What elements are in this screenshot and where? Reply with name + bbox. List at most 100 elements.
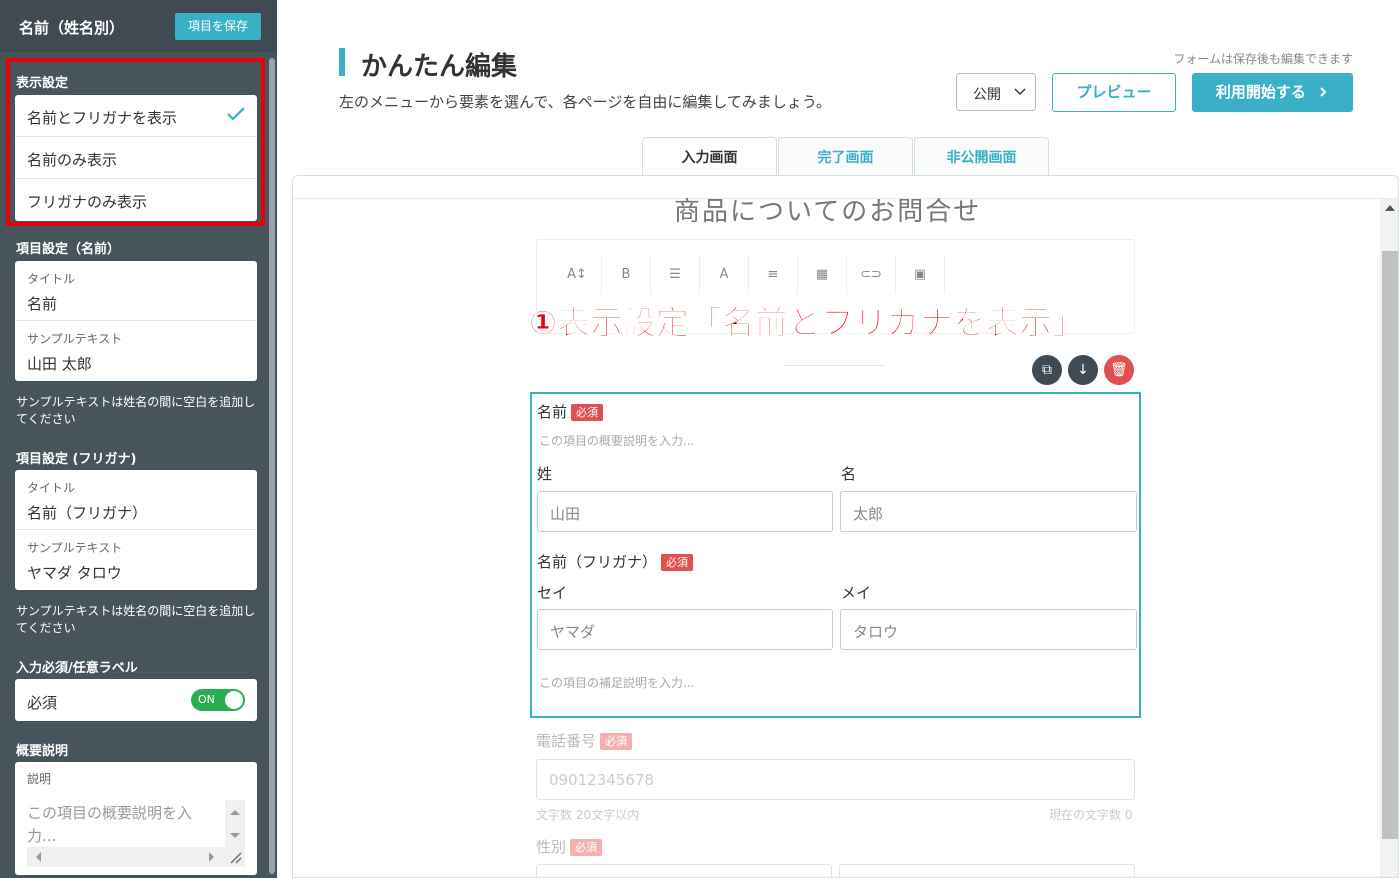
move-down-icon[interactable]: ↓ — [1068, 355, 1098, 385]
image-icon[interactable]: ▣ — [896, 256, 945, 294]
sei-kana-label: セイ — [537, 584, 568, 602]
scroll-down-icon[interactable] — [225, 828, 245, 844]
resize-grip-icon[interactable] — [227, 849, 243, 865]
field-label: サンプルテキスト — [27, 332, 123, 346]
description-section-label: 概要説明 — [16, 744, 69, 759]
public-select-value: 公開 — [973, 87, 1001, 103]
form-scrollbar[interactable] — [1380, 199, 1398, 877]
description-textarea[interactable]: この項目の概要説明を入力... — [27, 802, 212, 848]
text-color-icon[interactable]: A — [700, 256, 749, 294]
field-label: タイトル — [27, 272, 76, 286]
form-title[interactable]: 商品についてのお問合せ — [674, 191, 981, 228]
tab-private[interactable]: 非公開画面 — [914, 137, 1049, 177]
scroll-up-icon[interactable] — [225, 804, 245, 820]
sidebar: 名前（姓名別） 項目を保存 表示設定 名前とフリガナを表示 名前のみ表示 フリガ… — [0, 0, 277, 878]
tab-input[interactable]: 入力画面 — [642, 137, 777, 179]
form-canvas: 商品についてのお問合せ A↕ B ☰ A ≡ ▦ ⊂⊃ ▣ ①表示設定「名前とフ… — [292, 175, 1399, 878]
main-area: かんたん編集 左のメニューから要素を選んで、各ページを自由に編集してみましょう。… — [277, 0, 1399, 878]
name-title-field[interactable]: タイトル 名前 — [15, 261, 257, 321]
phone-label: 電話番号 必須 — [536, 730, 633, 751]
kana-settings-card: タイトル 名前（フリガナ） サンプルテキスト ヤマダ タロウ — [15, 470, 257, 590]
kana-sample-field[interactable]: サンプルテキスト ヤマダ タロウ — [15, 530, 257, 590]
toggle-label: ON — [198, 693, 215, 706]
chevron-down-icon — [1014, 88, 1026, 96]
name-settings-label: 項目設定（名前） — [16, 242, 121, 257]
table-icon[interactable]: ▦ — [798, 256, 847, 294]
textarea-hscrollbar[interactable] — [27, 847, 245, 867]
name-sample-field[interactable]: サンプルテキスト 山田 太郎 — [15, 321, 257, 381]
sidebar-title: 名前（姓名別） — [19, 19, 125, 37]
scroll-thumb[interactable] — [1382, 251, 1398, 839]
mei-kana-input[interactable]: タロウ — [840, 609, 1137, 650]
copy-icon[interactable]: ⧉ — [1032, 355, 1062, 385]
title-accent-bar — [339, 48, 345, 76]
field-value: 名前（フリガナ） — [27, 504, 148, 522]
mei-input[interactable]: 太郎 — [840, 491, 1137, 532]
sei-kana-input[interactable]: ヤマダ — [537, 609, 833, 650]
name-label: 名前 必須 — [537, 401, 604, 422]
required-toggle[interactable]: ON — [191, 689, 245, 711]
start-button-label: 利用開始する — [1215, 83, 1306, 101]
sidebar-scrollbar[interactable] — [269, 58, 275, 874]
phone-limit: 文字数 20文字以内 — [536, 808, 640, 822]
name-sample-note: サンプルテキストは姓名の間に空白を追加してください — [16, 395, 256, 426]
supp-desc-placeholder[interactable]: この項目の補足説明を入力... — [539, 674, 694, 691]
description-field[interactable]: 説明 この項目の概要説明を入力... — [15, 762, 257, 875]
field-label: 説明 — [27, 772, 52, 786]
field-value: 名前 — [27, 295, 58, 313]
scroll-left-icon[interactable] — [31, 847, 47, 867]
bold-icon[interactable]: B — [602, 256, 651, 294]
toggle-knob — [225, 691, 243, 709]
font-size-icon[interactable]: A↕ — [553, 256, 602, 294]
field-value: 山田 太郎 — [27, 355, 92, 373]
name-settings-card: タイトル 名前 サンプルテキスト 山田 太郎 — [15, 261, 257, 381]
sei-input[interactable]: 山田 — [537, 491, 833, 532]
align-icon[interactable]: ≡ — [749, 256, 798, 294]
editor-toolbar: A↕ B ☰ A ≡ ▦ ⊂⊃ ▣ — [553, 256, 945, 294]
scroll-up-icon[interactable] — [1385, 205, 1395, 211]
list-icon[interactable]: ☰ — [651, 256, 700, 294]
name-desc-placeholder[interactable]: この項目の概要説明を入力... — [539, 432, 694, 449]
page-title: かんたん編集 — [361, 52, 518, 82]
textarea-scrollbar[interactable] — [225, 800, 245, 850]
edit-hint: フォームは保存後も編集できます — [1173, 52, 1353, 66]
phone-input[interactable]: 09012345678 — [536, 759, 1135, 800]
gender-label: 性別 必須 — [536, 836, 603, 857]
gender-option-1[interactable] — [536, 864, 832, 877]
required-label-section: 入力必須/任意ラベル — [16, 661, 138, 676]
preview-button[interactable]: プレビュー — [1052, 73, 1176, 112]
required-badge: 必須 — [571, 404, 604, 421]
gender-label-text: 性別 — [536, 838, 567, 856]
sei-label: 姓 — [537, 465, 553, 483]
form-preview: 商品についてのお問合せ A↕ B ☰ A ≡ ▦ ⊂⊃ ▣ ①表示設定「名前とフ… — [293, 197, 1398, 877]
mei-kana-label: メイ — [841, 584, 872, 602]
kana-title-field[interactable]: タイトル 名前（フリガナ） — [15, 470, 257, 530]
required-badge: 必須 — [570, 839, 603, 856]
mei-label: 名 — [841, 465, 857, 483]
name-label-text: 名前 — [537, 403, 568, 421]
start-button[interactable]: 利用開始する — [1192, 73, 1353, 112]
required-badge: 必須 — [661, 554, 694, 571]
field-label: サンプルテキスト — [27, 541, 123, 555]
name-field-block[interactable]: 名前 必須 この項目の概要説明を入力... 姓 名 山田 太郎 名前（フリガナ）必… — [530, 392, 1141, 718]
phone-label-text: 電話番号 — [536, 732, 597, 750]
tab-complete[interactable]: 完了画面 — [778, 137, 913, 177]
chevron-right-icon — [1320, 87, 1327, 97]
kana-label: 名前（フリガナ） 必須 — [537, 551, 694, 572]
divider — [785, 365, 885, 366]
kana-label-text: 名前（フリガナ） — [537, 553, 658, 571]
field-value: ヤマダ タロウ — [27, 564, 122, 582]
required-row: 必須 ON — [15, 679, 257, 721]
required-value: 必須 — [27, 694, 58, 712]
highlight-box — [6, 58, 265, 226]
required-badge: 必須 — [600, 733, 633, 750]
link-icon[interactable]: ⊂⊃ — [847, 256, 896, 294]
description-card: 説明 この項目の概要説明を入力... — [15, 762, 257, 875]
public-select[interactable]: 公開 — [956, 73, 1036, 111]
scroll-right-icon[interactable] — [203, 847, 219, 867]
annotation-callout: ①表示設定「名前とフリガナを表示」 — [529, 303, 1086, 343]
required-card: 必須 ON — [15, 679, 257, 721]
delete-icon[interactable]: 🗑 — [1104, 355, 1134, 385]
save-item-button[interactable]: 項目を保存 — [175, 13, 261, 40]
gender-option-2[interactable] — [839, 864, 1135, 877]
